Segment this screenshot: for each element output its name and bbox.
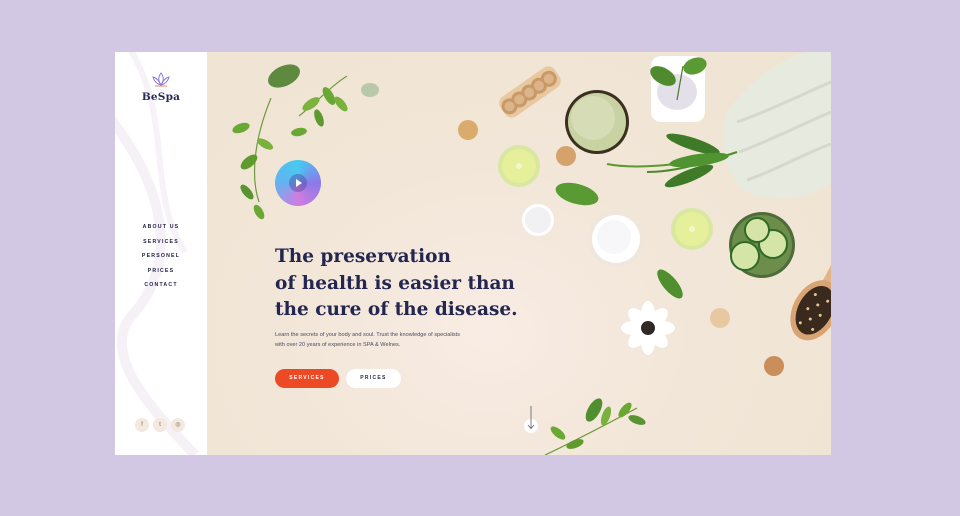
- play-icon: [296, 179, 302, 187]
- rolled-towel: [723, 52, 831, 199]
- nut-2: [556, 146, 576, 166]
- social-links: f t ◎: [135, 418, 185, 432]
- subtext-line-1: Learn the secrets of your body and soul.…: [275, 332, 461, 338]
- twitter-icon[interactable]: t: [153, 418, 167, 432]
- plant-stalk: [606, 133, 738, 188]
- wooden-massager: [499, 66, 561, 118]
- nav-item-contact[interactable]: CONTACT: [115, 278, 207, 293]
- headline-line-2: of health is easier than: [275, 272, 515, 294]
- facebook-icon[interactable]: f: [135, 418, 149, 432]
- salt-bowl: [650, 56, 707, 122]
- prices-button[interactable]: PRICES: [346, 369, 401, 388]
- nut-3: [710, 308, 730, 328]
- page-frame: BeSpa ABOUT US SERVICES PERSONEL PRICES …: [115, 52, 831, 455]
- brand-logo[interactable]: BeSpa: [115, 72, 207, 103]
- nav-item-services[interactable]: SERVICES: [115, 235, 207, 250]
- nav-item-personel[interactable]: PERSONEL: [115, 249, 207, 264]
- nav-item-about-us[interactable]: ABOUT US: [115, 220, 207, 235]
- white-flower: [621, 301, 675, 355]
- nut-4: [764, 356, 784, 376]
- play-video-button[interactable]: [275, 160, 321, 206]
- lotus-icon: [152, 72, 170, 87]
- instagram-icon[interactable]: ◎: [171, 418, 185, 432]
- subtext-line-2: with over 20 years of experience in SPA …: [275, 341, 401, 348]
- scroll-down-icon[interactable]: [511, 404, 551, 436]
- nav-item-prices[interactable]: PRICES: [115, 264, 207, 279]
- small-white-jar: [522, 204, 554, 236]
- lime-slice-1: [498, 145, 540, 187]
- brand-name: BeSpa: [141, 91, 181, 103]
- headline-line-1: The preservation: [275, 246, 451, 267]
- lime-slice-2: [671, 208, 713, 250]
- leaf-sprig-bottom: [544, 398, 646, 455]
- hero-headline: The preservation of health is easier tha…: [275, 244, 535, 324]
- cucumber-bowl: [729, 212, 795, 278]
- services-button[interactable]: SERVICES: [275, 369, 339, 388]
- hero-subtext: Learn the secrets of your body and soul.…: [275, 331, 515, 350]
- hero-section: The preservation of health is easier tha…: [207, 52, 831, 455]
- nut-1: [458, 120, 478, 140]
- headline-line-3: the cure of the disease.: [275, 299, 518, 320]
- sidebar: BeSpa ABOUT US SERVICES PERSONEL PRICES …: [115, 52, 207, 455]
- hairbrush: [790, 210, 831, 341]
- white-cream-jar: [588, 211, 644, 267]
- main-nav: ABOUT US SERVICES PERSONEL PRICES CONTAC…: [115, 220, 207, 293]
- green-cream-jar: [565, 90, 629, 154]
